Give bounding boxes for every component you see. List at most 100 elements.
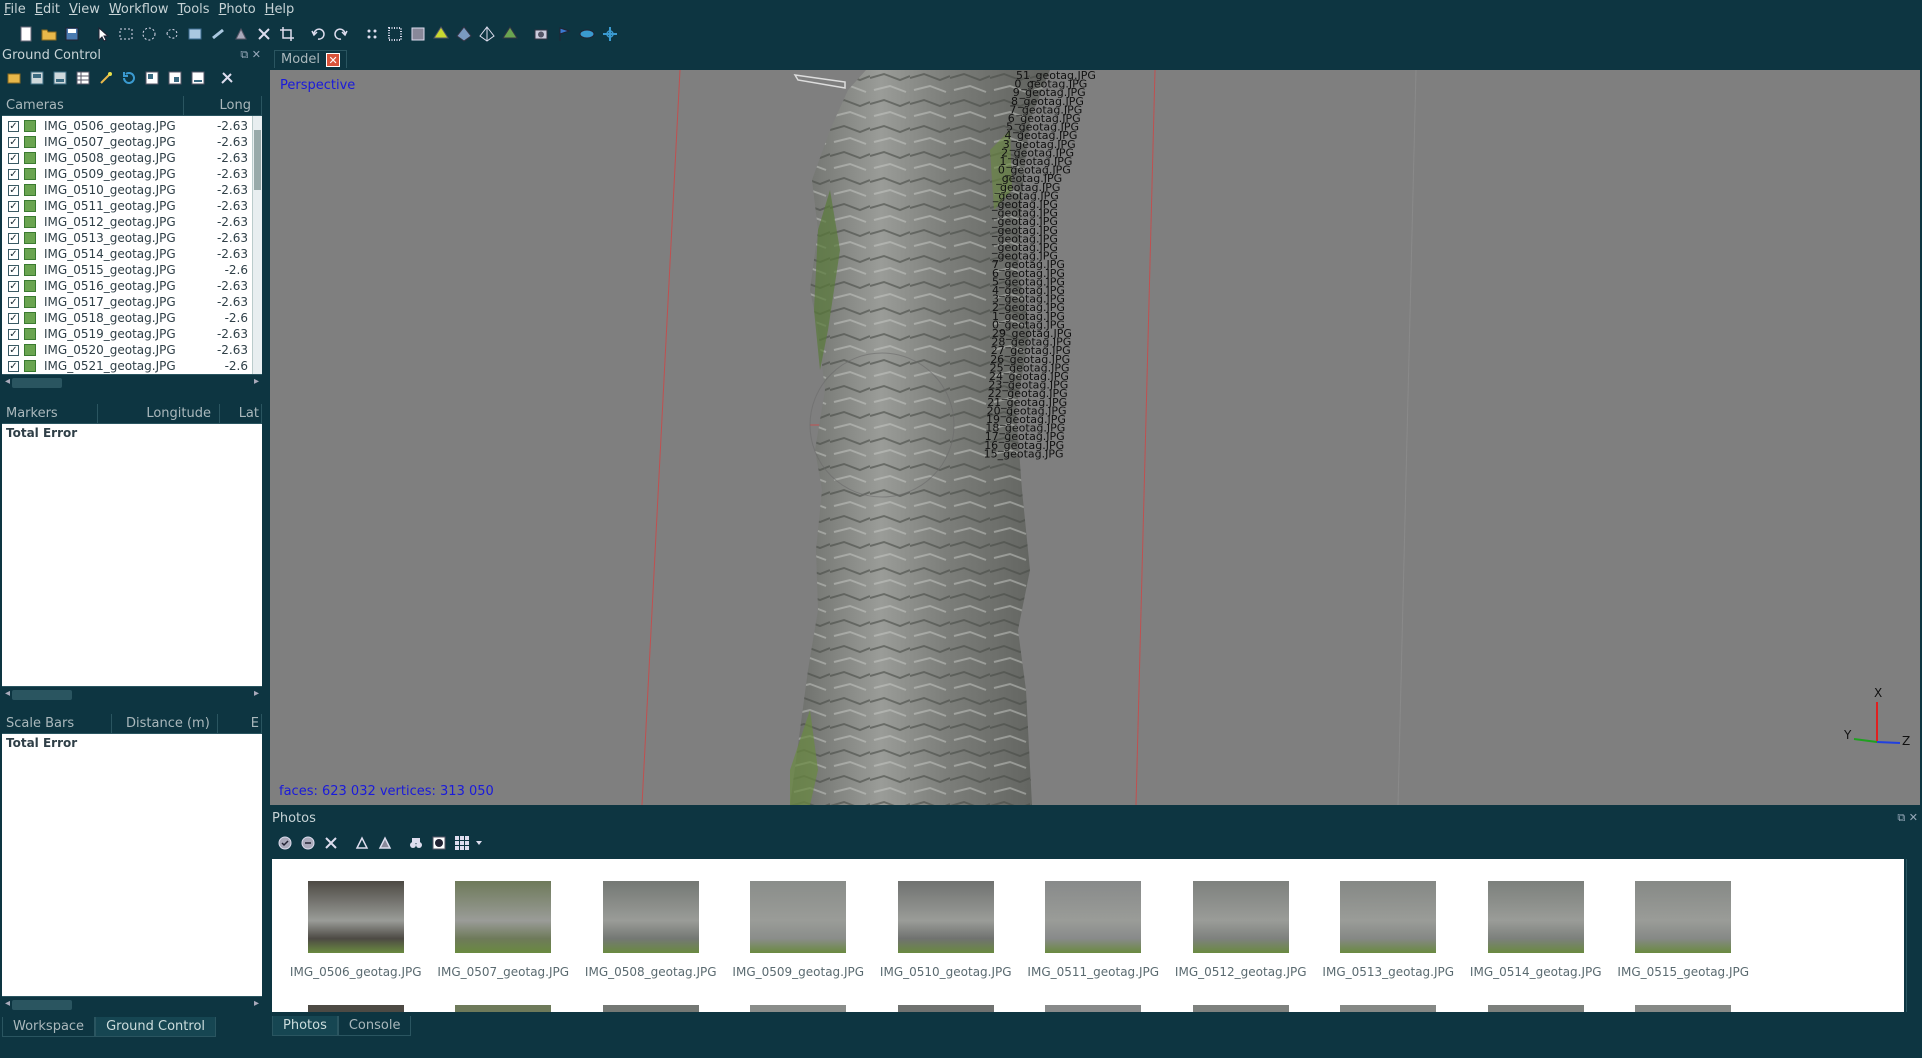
show-markers-icon[interactable] (552, 23, 575, 45)
camera-row[interactable]: ✓ IMG_0517_geotag.JPG -2.63 (2, 294, 262, 310)
camera-checkbox[interactable]: ✓ (8, 152, 19, 164)
rotate-region-icon[interactable] (206, 23, 229, 45)
tab-workspace[interactable]: Workspace (2, 1017, 96, 1037)
rotate-left-icon[interactable] (374, 832, 395, 854)
tab-console[interactable]: Console (337, 1016, 412, 1036)
camera-checkbox[interactable]: ✓ (8, 184, 19, 196)
remove-icon[interactable] (320, 832, 341, 854)
camera-checkbox[interactable]: ✓ (8, 248, 19, 260)
pointer-icon[interactable] (91, 23, 114, 45)
column-scale-bars[interactable]: Scale Bars (2, 714, 112, 733)
camera-row[interactable]: ✓ IMG_0508_geotag.JPG -2.63 (2, 150, 262, 166)
close-icon[interactable]: ✕ (326, 52, 341, 67)
photo-thumbnail[interactable]: IMG_0507_geotag.JPG (430, 881, 578, 979)
camera-row[interactable]: ✓ IMG_0515_geotag.JPG -2.6 (2, 262, 262, 278)
circle-select-icon[interactable] (137, 23, 160, 45)
menu-file[interactable]: File (4, 0, 26, 20)
camera-row[interactable]: ✓ IMG_0509_geotag.JPG -2.63 (2, 166, 262, 182)
photo-thumbnail[interactable]: IMG_0512_geotag.JPG (1167, 881, 1315, 979)
markers-hscrollbar[interactable]: ◂ ▸ (2, 686, 262, 702)
table-icon[interactable] (73, 68, 93, 88)
photo-thumbnail-partial[interactable] (1610, 1005, 1758, 1012)
menu-help[interactable]: Help (265, 0, 295, 20)
shaded-icon[interactable] (429, 23, 452, 45)
delete-selection-icon[interactable] (252, 23, 275, 45)
camera-row[interactable]: ✓ IMG_0510_geotag.JPG -2.63 (2, 182, 262, 198)
column-longitude[interactable]: Long (184, 96, 262, 115)
redo-icon[interactable] (329, 23, 352, 45)
enable-icon[interactable] (274, 832, 295, 854)
save-icon[interactable] (60, 23, 83, 45)
camera-checkbox[interactable]: ✓ (8, 280, 19, 292)
camera-checkbox[interactable]: ✓ (8, 136, 19, 148)
photo-thumbnail-partial[interactable] (430, 1005, 578, 1012)
export-markers-icon[interactable] (50, 68, 70, 88)
cameras-hscrollbar[interactable]: ◂ ▸ (2, 374, 262, 390)
camera-checkbox[interactable]: ✓ (8, 120, 19, 132)
photo-thumbnail-partial[interactable] (1315, 1005, 1463, 1012)
photo-thumbnail-partial[interactable] (872, 1005, 1020, 1012)
solid-icon[interactable] (452, 23, 475, 45)
view-errors-icon[interactable] (188, 68, 208, 88)
view-mode-icon[interactable] (451, 832, 472, 854)
camera-checkbox[interactable]: ✓ (8, 296, 19, 308)
photo-thumbnail[interactable]: IMG_0513_geotag.JPG (1315, 881, 1463, 979)
camera-row[interactable]: ✓ IMG_0512_geotag.JPG -2.63 (2, 214, 262, 230)
camera-row[interactable]: ✓ IMG_0519_geotag.JPG -2.63 (2, 326, 262, 342)
scale-bars-hscrollbar[interactable]: ◂ ▸ (2, 996, 262, 1012)
show-shapes-icon[interactable] (575, 23, 598, 45)
camera-row[interactable]: ✓ IMG_0507_geotag.JPG -2.63 (2, 134, 262, 150)
camera-row[interactable]: ✓ IMG_0513_geotag.JPG -2.63 (2, 230, 262, 246)
camera-row[interactable]: ✓ IMG_0516_geotag.JPG -2.63 (2, 278, 262, 294)
photos-float-close-buttons[interactable]: ⧉ ✕ (1897, 811, 1918, 825)
photo-thumbnail[interactable]: IMG_0509_geotag.JPG (725, 881, 873, 979)
photos-scrollbar[interactable] (1906, 859, 1918, 1012)
column-distance[interactable]: Distance (m) (112, 714, 218, 733)
import-icon[interactable] (4, 68, 24, 88)
photo-thumbnail-partial[interactable] (725, 1005, 873, 1012)
move-region-icon[interactable] (183, 23, 206, 45)
textured-icon[interactable] (498, 23, 521, 45)
binoculars-icon[interactable] (405, 832, 426, 854)
dense-cloud-icon[interactable] (383, 23, 406, 45)
new-icon[interactable] (14, 23, 37, 45)
disable-icon[interactable] (297, 832, 318, 854)
chevron-down-icon[interactable] (474, 832, 484, 854)
column-marker-longitude[interactable]: Longitude (98, 404, 220, 423)
camera-row[interactable]: ✓ IMG_0511_geotag.JPG -2.63 (2, 198, 262, 214)
view-estimated-icon[interactable] (165, 68, 185, 88)
camera-checkbox[interactable]: ✓ (8, 216, 19, 228)
camera-row[interactable]: ✓ IMG_0514_geotag.JPG -2.63 (2, 246, 262, 262)
camera-checkbox[interactable]: ✓ (8, 360, 19, 372)
menu-workflow[interactable]: Workflow (109, 0, 169, 20)
crop-icon[interactable] (275, 23, 298, 45)
photo-thumbnail-partial[interactable] (1462, 1005, 1610, 1012)
column-cameras[interactable]: Cameras (2, 96, 184, 115)
view-source-icon[interactable] (142, 68, 162, 88)
tab-ground-control[interactable]: Ground Control (95, 1017, 217, 1037)
column-error[interactable]: E (218, 714, 262, 733)
camera-checkbox[interactable]: ✓ (8, 232, 19, 244)
undo-icon[interactable] (306, 23, 329, 45)
settings-icon[interactable] (217, 68, 237, 88)
refresh-icon[interactable] (119, 68, 139, 88)
camera-checkbox[interactable]: ✓ (8, 328, 19, 340)
camera-row[interactable]: ✓ IMG_0520_geotag.JPG -2.63 (2, 342, 262, 358)
camera-row[interactable]: ✓ IMG_0521_geotag.JPG -2.6 (2, 358, 262, 374)
export-icon[interactable] (27, 68, 47, 88)
navigation-icon[interactable] (598, 23, 621, 45)
mask-icon[interactable] (428, 832, 449, 854)
photo-thumbnail-partial[interactable] (282, 1005, 430, 1012)
camera-row[interactable]: ✓ IMG_0518_geotag.JPG -2.6 (2, 310, 262, 326)
tab-model[interactable]: Model ✕ (274, 50, 348, 68)
photo-thumbnail[interactable]: IMG_0510_geotag.JPG (872, 881, 1020, 979)
free-select-icon[interactable] (160, 23, 183, 45)
point-cloud-icon[interactable] (360, 23, 383, 45)
camera-checkbox[interactable]: ✓ (8, 200, 19, 212)
column-markers[interactable]: Markers (2, 404, 98, 423)
photo-thumbnail[interactable]: IMG_0508_geotag.JPG (577, 881, 725, 979)
camera-row[interactable]: ✓ IMG_0506_geotag.JPG -2.63 (2, 118, 262, 134)
photo-thumbnail[interactable]: IMG_0514_geotag.JPG (1462, 881, 1610, 979)
model-viewport[interactable]: 51_geotag.JPG 0_geotag.JPG 9_geotag.JPG 8_g… (270, 70, 1920, 805)
photo-thumbnail[interactable]: IMG_0511_geotag.JPG (1020, 881, 1168, 979)
